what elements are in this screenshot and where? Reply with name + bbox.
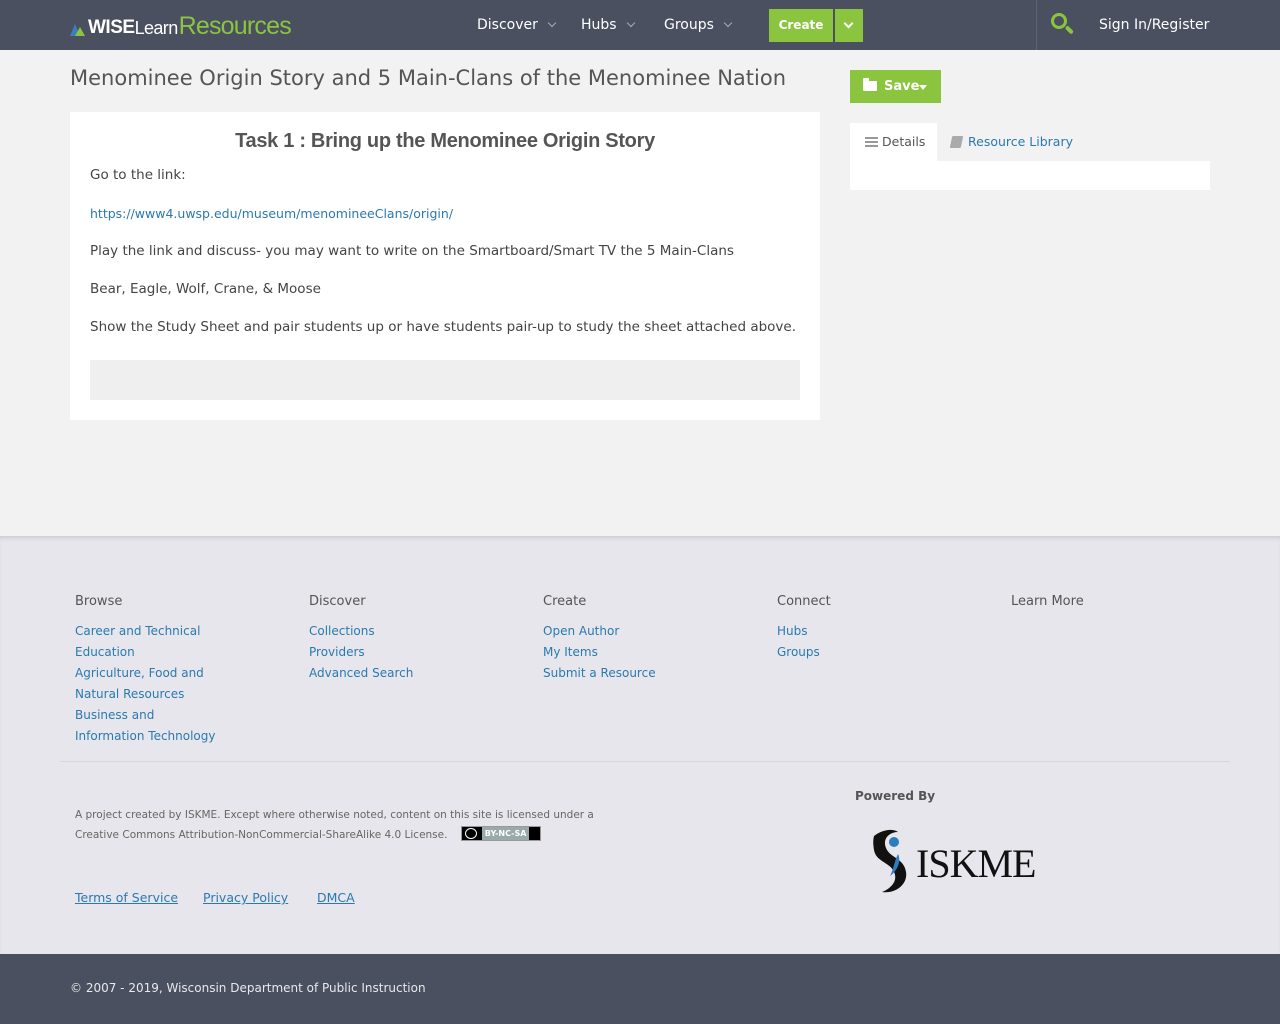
iskme-logo[interactable]: ISKME xyxy=(868,828,1068,896)
header-divider xyxy=(1036,0,1037,50)
paragraph-go-to-link: Go to the link: xyxy=(90,167,186,183)
logo-learn-text: Learn xyxy=(134,18,179,38)
copyright-text: © 2007 - 2019, Wisconsin Department of P… xyxy=(70,981,426,995)
nav-discover-label: Discover xyxy=(477,17,538,33)
paragraph-link: https://www4.uwsp.edu/museum/menomineeCl… xyxy=(90,206,453,222)
task-title: Task 1 : Bring up the Menominee Origin S… xyxy=(235,130,655,152)
iskme-logo-text: ISKME xyxy=(916,841,1036,886)
footer-link-providers[interactable]: Providers xyxy=(309,642,489,663)
tab-details[interactable]: Details xyxy=(850,123,937,161)
footer-link-agriculture[interactable]: Agriculture, Food and Natural Resources xyxy=(75,663,245,705)
footer-link-hubs[interactable]: Hubs xyxy=(777,621,957,642)
footer-link-submit-resource[interactable]: Submit a Resource xyxy=(543,663,723,684)
tab-resource-library[interactable]: Resource Library xyxy=(937,123,1087,161)
logo-resources-text: Resources xyxy=(178,12,292,40)
footer-column-discover: Discover Collections Providers Advanced … xyxy=(309,594,489,684)
attachment-placeholder xyxy=(90,360,800,400)
license-notice: A project created by ISKME. Except where… xyxy=(75,805,635,845)
cc-badge-text: BY-NC-SA xyxy=(481,826,530,840)
tab-details-label: Details xyxy=(882,134,926,149)
folder-open-icon xyxy=(863,78,877,91)
terms-of-service-link[interactable]: Terms of Service xyxy=(75,890,178,905)
tab-resource-library-label: Resource Library xyxy=(968,134,1074,149)
chevron-down-icon xyxy=(547,18,557,28)
nav-groups[interactable]: Groups xyxy=(664,0,733,50)
footer-heading-browse: Browse xyxy=(75,594,123,609)
top-navbar: WISE Learn Resources Discover Hubs Group… xyxy=(0,0,1280,50)
copyright-bar: © 2007 - 2019, Wisconsin Department of P… xyxy=(0,954,1280,1024)
nav-discover[interactable]: Discover xyxy=(477,0,557,50)
wiselearn-logo[interactable]: WISE Learn Resources xyxy=(70,11,292,40)
footer-link-career-technical[interactable]: Career and Technical Education xyxy=(75,621,255,663)
footer-column-connect: Connect Hubs Groups xyxy=(777,594,957,663)
details-tab-panel xyxy=(850,161,1210,190)
cc-license-badge[interactable]: BY-NC-SA xyxy=(460,825,541,841)
iskme-figure-icon xyxy=(873,829,907,893)
origin-story-link[interactable]: https://www4.uwsp.edu/museum/menomineeCl… xyxy=(90,206,453,221)
paragraph-clans: Bear, Eagle, Wolf, Crane, & Moose xyxy=(90,281,321,297)
book-icon xyxy=(949,136,964,148)
privacy-policy-link[interactable]: Privacy Policy xyxy=(203,890,288,905)
create-button[interactable]: Create xyxy=(769,9,833,42)
footer-column-create: Create Open Author My Items Submit a Res… xyxy=(543,594,723,684)
paragraph-study-sheet: Show the Study Sheet and pair students u… xyxy=(90,319,797,335)
footer-link-business-it[interactable]: Business and Information Technology xyxy=(75,705,225,747)
save-button[interactable]: Save xyxy=(850,70,941,103)
task-content-card: Task 1 : Bring up the Menominee Origin S… xyxy=(70,112,820,420)
create-dropdown-toggle[interactable] xyxy=(835,9,863,42)
footer-heading-create: Create xyxy=(543,594,587,609)
chevron-down-icon xyxy=(843,18,854,29)
nav-groups-label: Groups xyxy=(664,17,714,33)
footer-heading-connect: Connect xyxy=(777,594,831,609)
cc-icon xyxy=(464,827,477,839)
footer-link-open-author[interactable]: Open Author xyxy=(543,621,723,642)
footer-link-my-items[interactable]: My Items xyxy=(543,642,723,663)
chevron-down-icon xyxy=(626,18,635,28)
signin-register-link[interactable]: Sign In/Register xyxy=(1099,0,1209,50)
paragraph-play-discuss: Play the link and discuss- you may want … xyxy=(90,243,734,259)
site-footer: Browse Career and Technical Education Ag… xyxy=(0,536,1280,954)
footer-divider xyxy=(60,761,1230,762)
footer-column-browse: Browse Career and Technical Education Ag… xyxy=(75,594,255,747)
chevron-down-icon xyxy=(723,18,733,28)
list-icon xyxy=(865,137,878,147)
logo-mark-icon xyxy=(70,22,86,36)
footer-link-groups[interactable]: Groups xyxy=(777,642,957,663)
footer-link-collections[interactable]: Collections xyxy=(309,621,489,642)
powered-by-label: Powered By xyxy=(855,789,936,803)
footer-link-advanced-search[interactable]: Advanced Search xyxy=(309,663,489,684)
page-title: Menominee Origin Story and 5 Main-Clans … xyxy=(70,66,786,90)
search-icon[interactable] xyxy=(1051,13,1074,35)
save-label: Save xyxy=(884,79,920,94)
footer-column-learn-more: Learn More xyxy=(1011,594,1084,621)
nav-hubs-label: Hubs xyxy=(581,17,617,33)
nav-hubs[interactable]: Hubs xyxy=(581,0,635,50)
footer-heading-learn-more[interactable]: Learn More xyxy=(1011,594,1084,609)
footer-heading-discover: Discover xyxy=(309,594,366,609)
dmca-link[interactable]: DMCA xyxy=(317,890,355,905)
caret-down-icon xyxy=(919,85,927,90)
logo-wise-text: WISE xyxy=(88,17,135,38)
